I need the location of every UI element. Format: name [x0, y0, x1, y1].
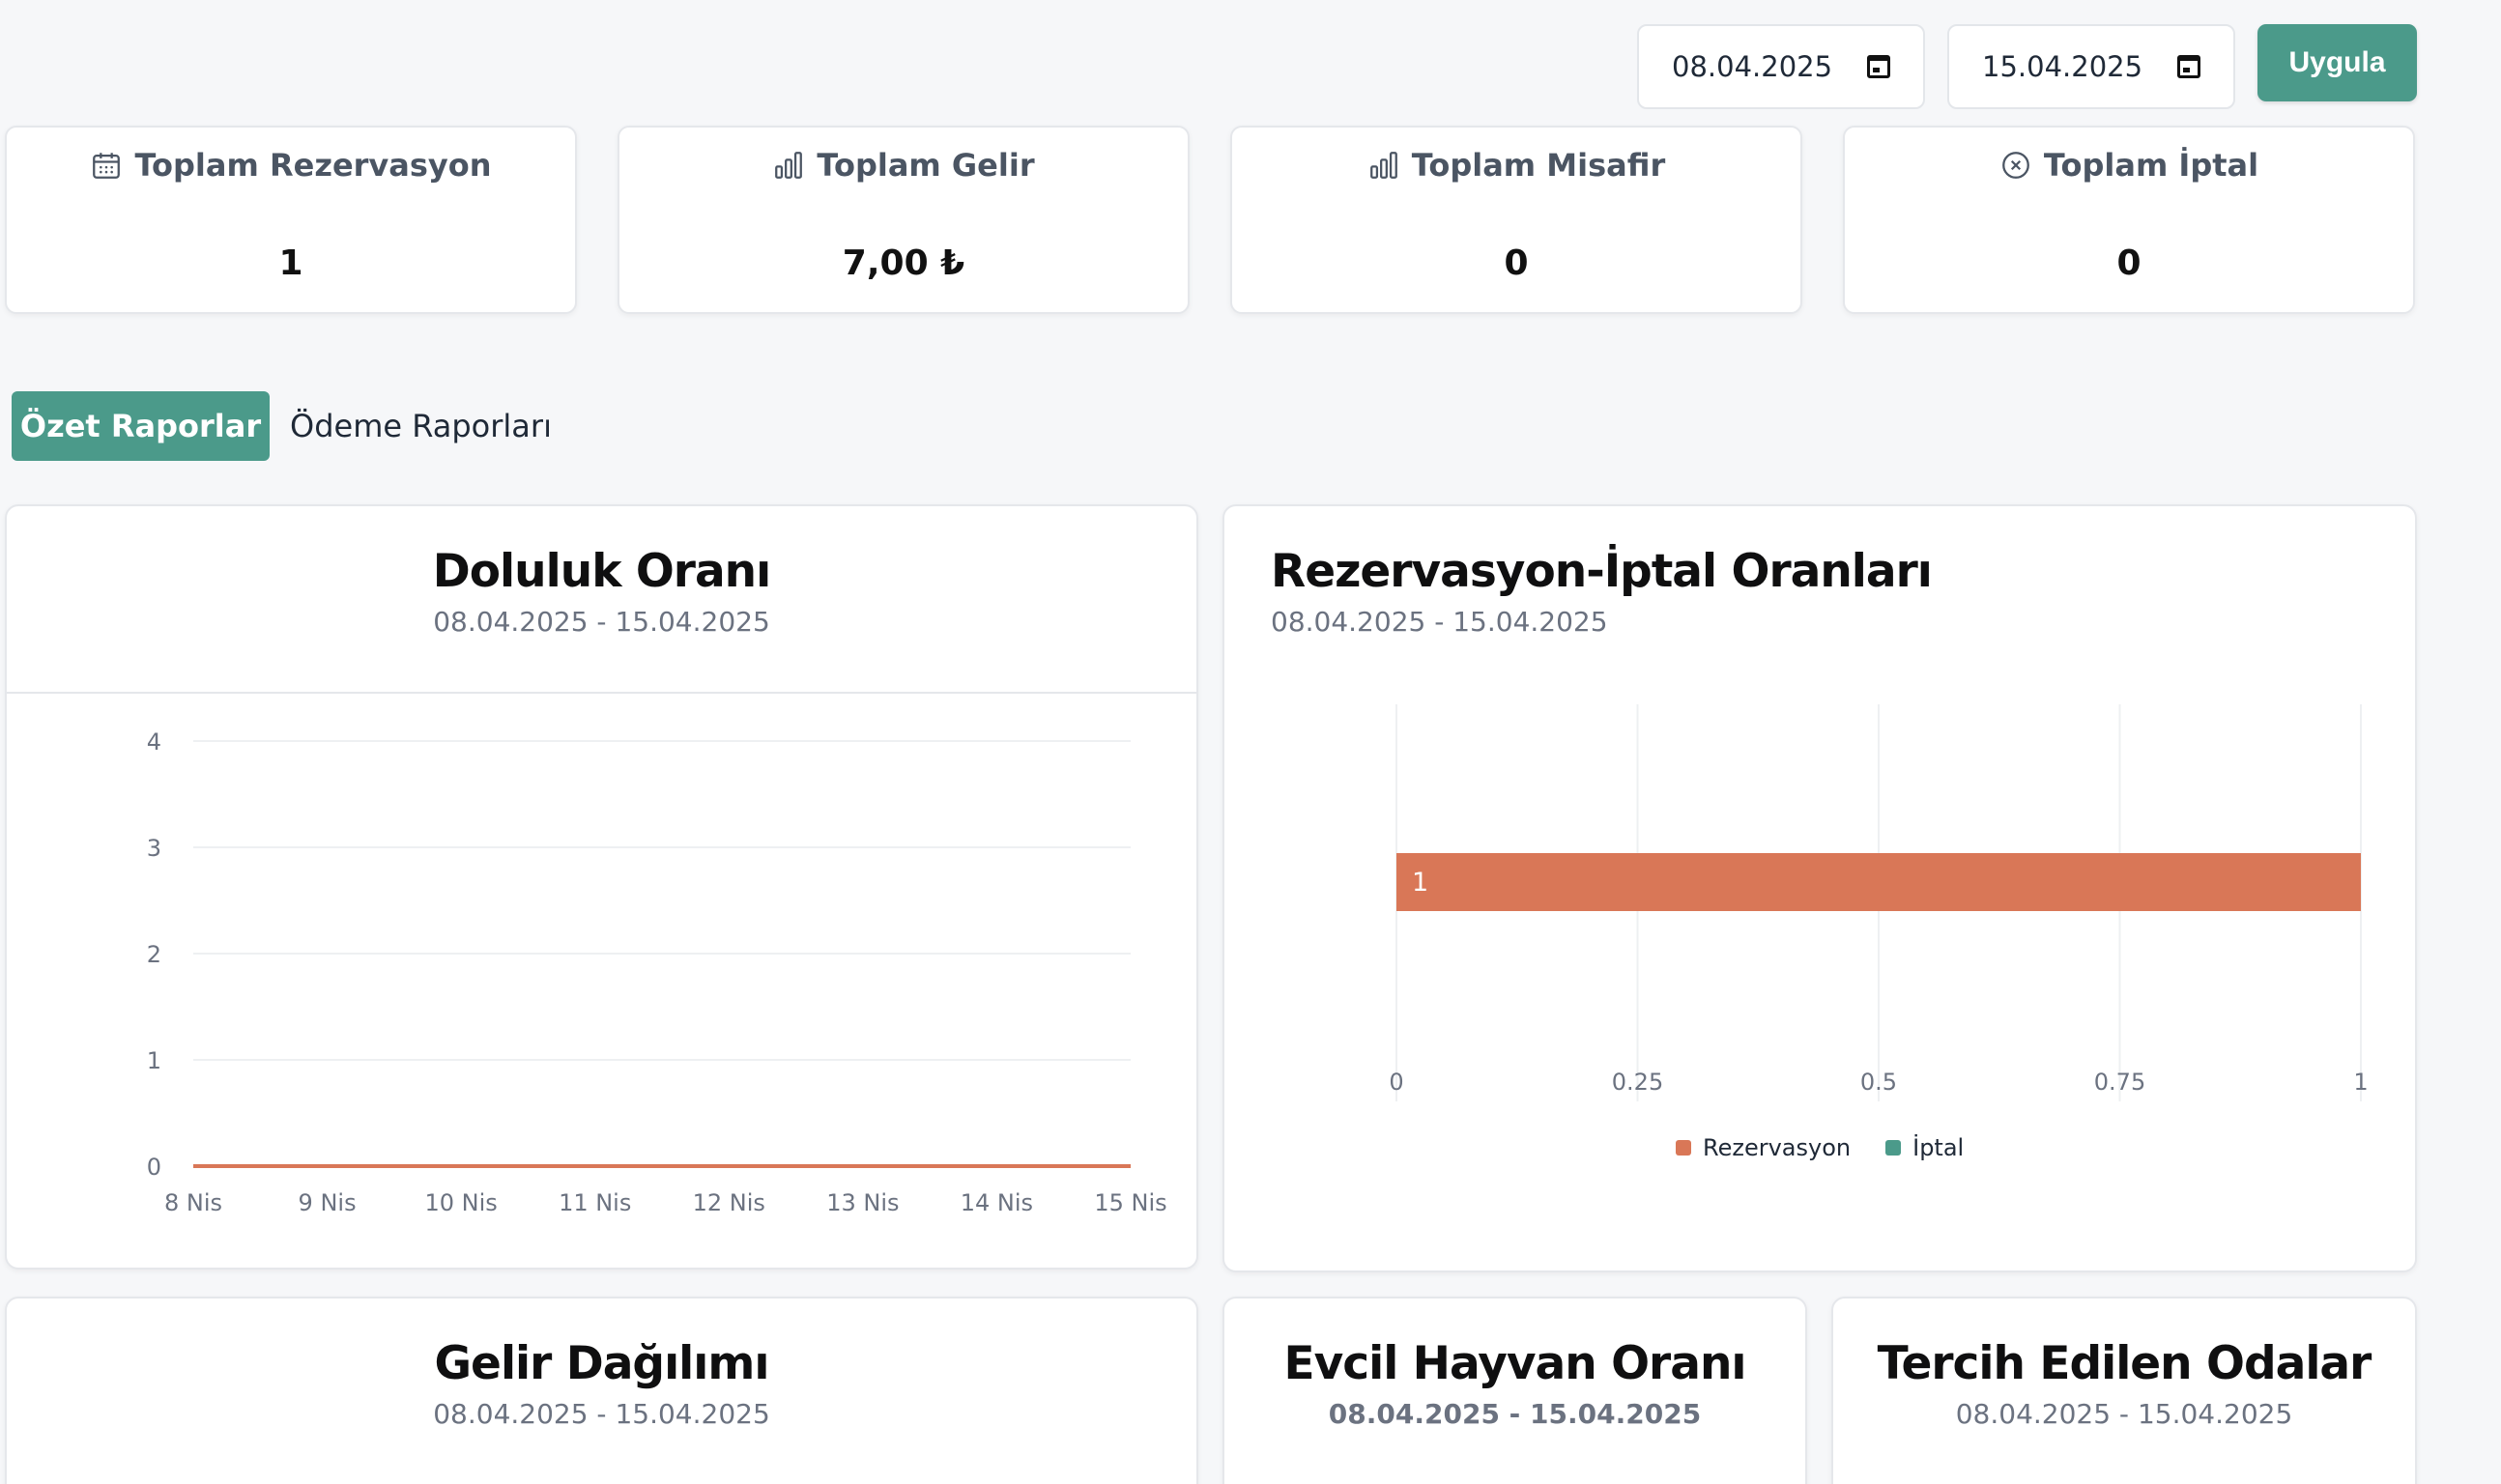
y-tick-label: 1: [147, 1047, 161, 1074]
stat-label: Toplam Rezervasyon: [134, 147, 492, 184]
card-title: Tercih Edilen Odalar: [1877, 1337, 2372, 1390]
legend-swatch: [1885, 1140, 1902, 1156]
tab-summary-reports[interactable]: Özet Raporlar: [12, 391, 270, 461]
x-tick-label: 12 Nis: [693, 1189, 765, 1216]
x-tick-label: 11 Nis: [559, 1189, 631, 1216]
x-tick-label: 10 Nis: [424, 1189, 497, 1216]
tab-payment-reports[interactable]: Ödeme Raporları: [290, 391, 552, 461]
x-tick-label: 1: [2353, 1069, 2368, 1096]
legend-label: İptal: [1912, 1134, 1965, 1161]
legend-label: Rezervasyon: [1703, 1134, 1852, 1161]
stat-value: 1: [278, 243, 303, 283]
x-tick-label: 15 Nis: [1094, 1189, 1166, 1216]
start-date-input[interactable]: 08.04.2025: [1637, 24, 1925, 109]
stat-label: Toplam Gelir: [817, 147, 1035, 184]
calendar-picker-icon[interactable]: [2177, 55, 2200, 78]
card-title: Gelir Dağılımı: [434, 1337, 769, 1390]
apply-button[interactable]: Uygula: [2257, 24, 2417, 101]
y-tick-label: 2: [147, 941, 161, 968]
bar-chart-icon: [1369, 152, 1397, 179]
date-range: 08.04.2025 - 15.04.2025: [1955, 1398, 2293, 1430]
x-tick-label: 0.25: [1612, 1069, 1663, 1096]
stat-card-total-guests: Toplam Misafir 0: [1230, 126, 1802, 314]
calendar-icon: [93, 153, 121, 179]
circle-x-icon: [2002, 152, 2029, 179]
legend-swatch: [1676, 1140, 1691, 1156]
calendar-picker-icon[interactable]: [1867, 55, 1890, 78]
y-tick-label: 3: [147, 835, 161, 862]
stat-value: 0: [2116, 243, 2142, 283]
end-date-value: 15.04.2025: [1982, 50, 2143, 83]
stat-card-total-cancellations: Toplam İptal 0: [1843, 126, 2415, 314]
bar-reservation: [1396, 853, 2361, 911]
end-date-input[interactable]: 15.04.2025: [1947, 24, 2235, 109]
legend-item-reservation[interactable]: Rezervasyon: [1676, 1134, 1851, 1161]
x-tick-label: 0.5: [1860, 1069, 1897, 1096]
date-range: 08.04.2025 - 15.04.2025: [433, 1398, 770, 1430]
occupancy-chart: 0 1 2 3 4 8 Nis 9 Nis 10 Nis 11 Nis 12 Nis 13 Nis 1…: [147, 728, 1167, 1216]
x-tick-label: 0.75: [2094, 1069, 2145, 1096]
y-tick-label: 4: [147, 728, 161, 756]
date-range: 08.04.2025 - 15.04.2025: [1328, 1398, 1702, 1430]
stat-label: Toplam Misafir: [1411, 147, 1666, 184]
x-tick-label: 9 Nis: [299, 1189, 357, 1216]
start-date-value: 08.04.2025: [1672, 50, 1833, 83]
x-tick-label: 0: [1389, 1069, 1403, 1096]
stat-label: Toplam İptal: [2043, 147, 2259, 184]
x-tick-label: 14 Nis: [961, 1189, 1033, 1216]
stat-card-total-revenue: Toplam Gelir 7,00 ₺: [618, 126, 1190, 314]
stat-value: 7,00 ₺: [842, 243, 965, 283]
chart-legend: Rezervasyon İptal: [1676, 1134, 1964, 1161]
card-title: Evcil Hayvan Oranı: [1283, 1337, 1746, 1390]
revenue-distribution-card: Gelir Dağılımı 08.04.2025 - 15.04.2025: [5, 1297, 1198, 1484]
y-tick-label: 0: [147, 1154, 161, 1181]
data-label: 1: [1412, 868, 1428, 898]
preferred-rooms-card: Tercih Edilen Odalar 08.04.2025 - 15.04.…: [1831, 1297, 2417, 1484]
occupancy-card: Doluluk Oranı 08.04.2025 - 15.04.2025 01…: [5, 504, 1198, 1270]
stat-value: 0: [1504, 243, 1529, 283]
reports-page: 08.04.2025 15.04.2025 Uygula Toplam Reze…: [0, 0, 2501, 1484]
stat-card-total-reservations: Toplam Rezervasyon 1: [5, 126, 577, 314]
x-tick-label: 13 Nis: [826, 1189, 899, 1216]
bar-chart-icon: [775, 152, 803, 179]
x-tick-label: 8 Nis: [164, 1189, 222, 1216]
pet-ratio-card: Evcil Hayvan Oranı 08.04.2025 - 15.04.20…: [1222, 1297, 1807, 1484]
legend-item-cancel[interactable]: İptal: [1885, 1134, 1964, 1161]
reservation-cancel-card: Rezervasyon-İptal Oranları 08.04.2025 - …: [1222, 504, 2417, 1272]
